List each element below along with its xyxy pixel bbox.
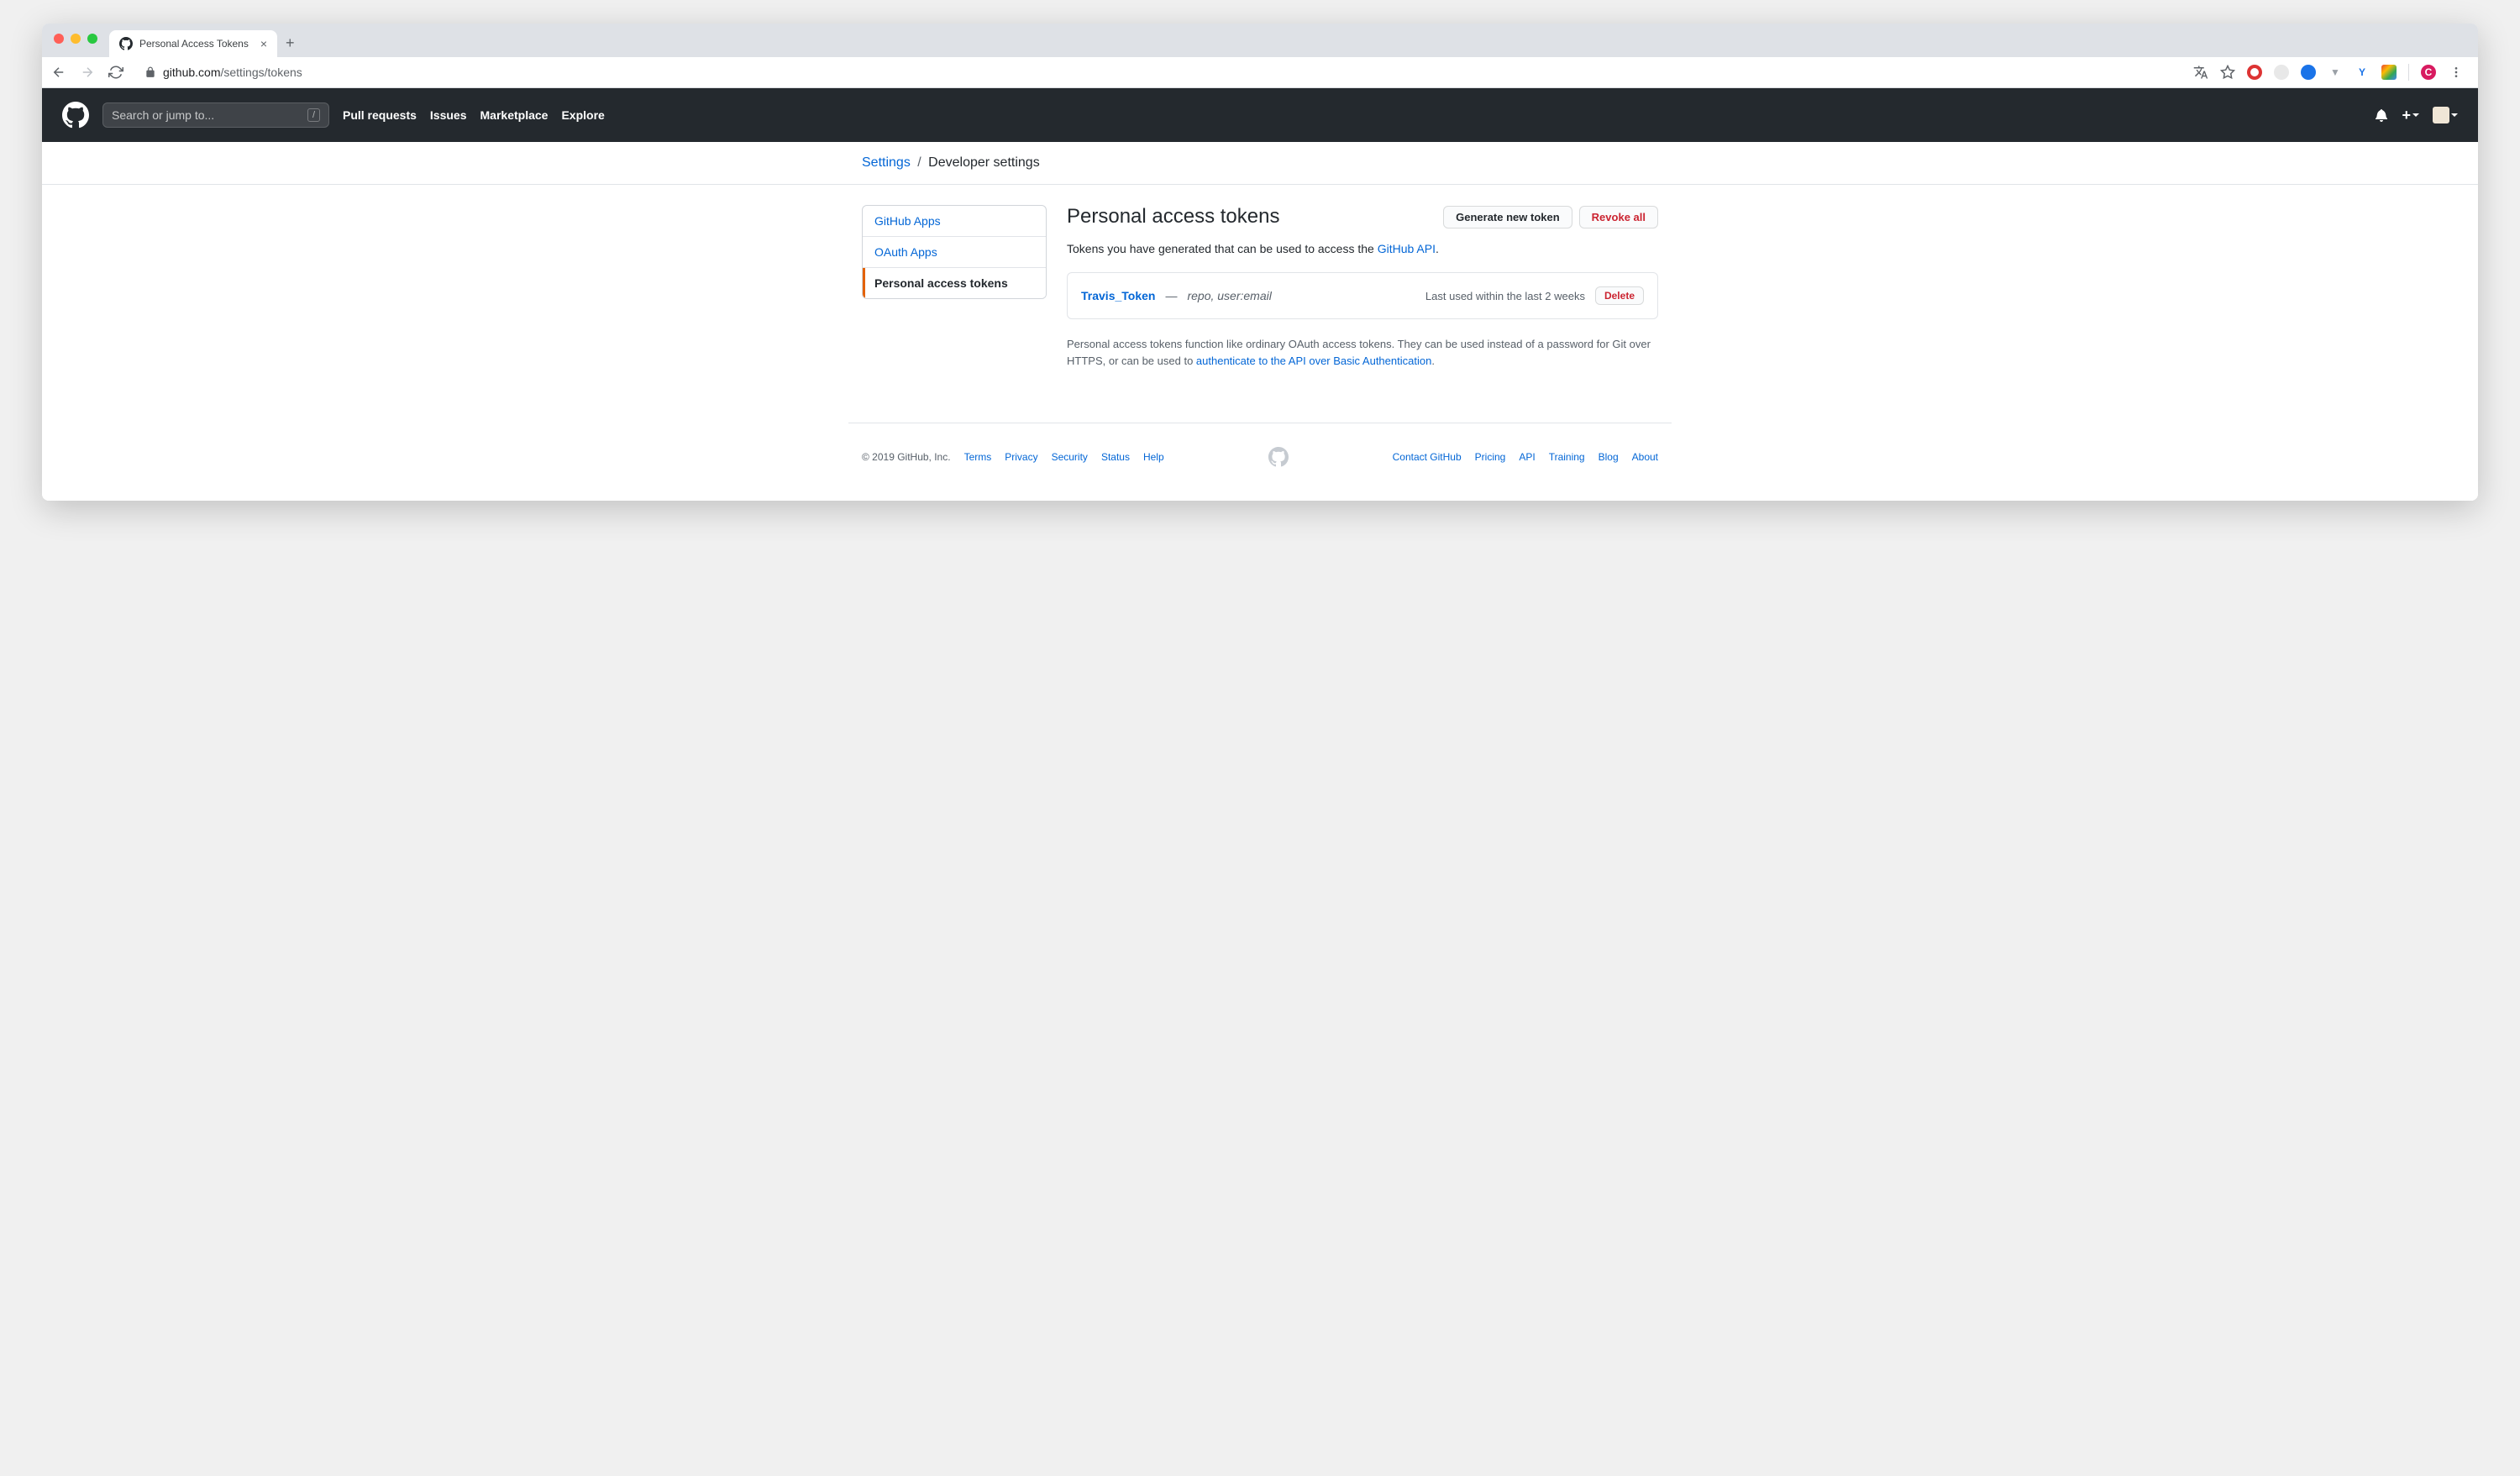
footer-status-link[interactable]: Status [1101,451,1130,463]
nav-pull-requests[interactable]: Pull requests [343,108,417,122]
url-path: /settings/tokens [220,66,302,79]
extension-icon-4[interactable]: ▼ [2328,65,2343,80]
window-close-button[interactable] [54,34,64,44]
breadcrumb: Settings / Developer settings [848,155,1672,171]
footer-blog-link[interactable]: Blog [1599,451,1619,463]
intro-text: Tokens you have generated that can be us… [1067,242,1658,255]
new-tab-button[interactable]: + [277,29,303,57]
browser-tab[interactable]: Personal Access Tokens × [109,30,277,57]
browser-menu-button[interactable] [2448,64,2465,81]
breadcrumb-separator: / [917,155,921,170]
slash-key-hint: / [307,108,320,122]
footer-api-link[interactable]: API [1519,451,1535,463]
nav-explore[interactable]: Explore [561,108,604,122]
extension-icon-5[interactable]: Y [2355,65,2370,80]
github-api-link[interactable]: GitHub API [1378,242,1436,255]
translate-extension-icon[interactable] [2193,65,2208,80]
profile-avatar-icon[interactable]: C [2421,65,2436,80]
sidebar-item-personal-access-tokens[interactable]: Personal access tokens [863,268,1046,298]
settings-sidebar: GitHub Apps OAuth Apps Personal access t… [862,205,1047,299]
sidebar-item-github-apps[interactable]: GitHub Apps [863,206,1046,237]
user-menu-dropdown[interactable] [2433,107,2458,123]
footer-privacy-link[interactable]: Privacy [1005,451,1037,463]
github-favicon-icon [119,37,133,50]
token-row: Travis_Token — repo, user:email Last use… [1068,273,1657,318]
token-dash: — [1165,289,1177,302]
generate-new-token-button[interactable]: Generate new token [1443,206,1572,228]
window-maximize-button[interactable] [87,34,97,44]
tab-title: Personal Access Tokens [139,38,249,50]
token-last-used: Last used within the last 2 weeks [1425,290,1585,302]
explain-text: Personal access tokens function like ord… [1067,336,1658,369]
token-list: Travis_Token — repo, user:email Last use… [1067,272,1658,319]
lock-icon [144,66,156,78]
bookmark-star-icon[interactable] [2220,65,2235,80]
footer-contact-link[interactable]: Contact GitHub [1393,451,1462,463]
browser-chrome: Personal Access Tokens × + github.com/se… [42,24,2478,88]
footer-training-link[interactable]: Training [1549,451,1585,463]
extension-icon-6[interactable] [2381,65,2397,80]
browser-forward-button[interactable] [79,64,96,81]
footer-about-link[interactable]: About [1632,451,1658,463]
notifications-bell-icon[interactable] [2375,108,2388,122]
github-search-input[interactable]: Search or jump to... / [102,102,329,128]
browser-reload-button[interactable] [108,64,124,81]
tab-close-button[interactable]: × [260,37,267,50]
address-bar[interactable]: github.com/settings/tokens [136,62,2181,82]
footer-pricing-link[interactable]: Pricing [1475,451,1506,463]
footer-copyright: © 2019 GitHub, Inc. [862,451,951,463]
footer-security-link[interactable]: Security [1052,451,1088,463]
delete-token-button[interactable]: Delete [1595,286,1644,305]
extension-icon-2[interactable] [2274,65,2289,80]
token-name-link[interactable]: Travis_Token [1081,289,1155,302]
github-header: Search or jump to... / Pull requests Iss… [42,88,2478,142]
breadcrumb-settings-link[interactable]: Settings [862,155,911,170]
create-new-dropdown[interactable]: + [2402,107,2419,124]
nav-issues[interactable]: Issues [430,108,467,122]
sidebar-item-oauth-apps[interactable]: OAuth Apps [863,237,1046,268]
extension-icon-3[interactable] [2301,65,2316,80]
extension-icon-1[interactable] [2247,65,2262,80]
page-title: Personal access tokens [1067,205,1443,228]
page-footer: © 2019 GitHub, Inc. Terms Privacy Securi… [848,423,1672,501]
url-domain: github.com [163,66,220,79]
browser-back-button[interactable] [50,64,67,81]
github-footer-logo-icon[interactable] [1268,447,1289,467]
footer-terms-link[interactable]: Terms [964,451,992,463]
github-logo-icon[interactable] [62,102,89,129]
revoke-all-button[interactable]: Revoke all [1579,206,1658,228]
search-placeholder: Search or jump to... [112,108,214,122]
user-avatar-icon [2433,107,2449,123]
window-minimize-button[interactable] [71,34,81,44]
nav-marketplace[interactable]: Marketplace [480,108,549,122]
basic-auth-link[interactable]: authenticate to the API over Basic Authe… [1196,355,1431,367]
footer-help-link[interactable]: Help [1143,451,1164,463]
breadcrumb-current: Developer settings [928,155,1040,170]
token-scopes: repo, user:email [1187,289,1271,302]
browser-window: Personal Access Tokens × + github.com/se… [42,24,2478,501]
